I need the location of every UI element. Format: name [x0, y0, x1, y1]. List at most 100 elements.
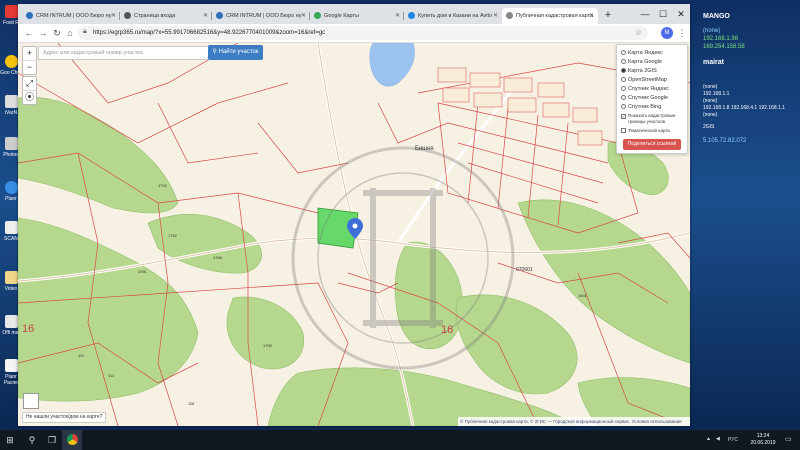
cadastral-map[interactable]: Бишня 070601 16 16 1792 1762 1766 111 11… [18, 43, 690, 426]
tab-avito[interactable]: Купить дом в Казани на Avito ✕ [404, 8, 502, 24]
folder-icon [4, 271, 18, 284]
chrome-taskbar-icon[interactable] [62, 430, 82, 450]
radio-button[interactable] [621, 104, 626, 109]
tab-favicon [124, 12, 131, 19]
tab-cadastral-map[interactable]: Публичная кадастровая карта ✕ [502, 8, 598, 24]
minimize-button[interactable]: — [636, 4, 654, 24]
radio-button[interactable] [621, 77, 626, 82]
bginfo-none: (none) [703, 28, 721, 34]
task-view-icon[interactable]: ❐ [42, 430, 62, 450]
hostname: MANGO [703, 13, 730, 20]
tab-bar: CRM INTRUM | ООО Бюро ну ✕ Страница входа… [18, 4, 690, 24]
search-input[interactable] [38, 46, 218, 60]
feedback-link[interactable]: Не нашли участок/дом на карте? [22, 412, 107, 423]
show-borders-checkbox[interactable]: ✓ Показать кадастровые границы участков [621, 113, 676, 124]
ruler-tool-icon[interactable] [23, 393, 39, 409]
close-tab-icon[interactable]: ✕ [589, 8, 594, 24]
fullscreen-icon[interactable]: ⤢ [23, 77, 36, 91]
tab-favicon [506, 12, 513, 19]
username: mairat [703, 59, 725, 66]
tab-crm-intrum-2[interactable]: CRM INTRUM | ООО Бюро ну ✕ [212, 8, 310, 24]
language-indicator[interactable]: РУС [728, 437, 738, 443]
tab-login-page[interactable]: Страница входа ✕ [120, 8, 212, 24]
address-bar[interactable]: 🔒︎ https://egrp365.ru/map/?x=55.99170668… [78, 26, 648, 40]
tab-crm-intrum-1[interactable]: CRM INTRUM | ООО Бюро ну ✕ [22, 8, 120, 24]
external-ip: 5.105.72.82.072 [703, 138, 747, 144]
parcel-label: 1766 [213, 255, 222, 260]
notification-icon[interactable]: ▭ [785, 435, 795, 445]
map-tools: ⤢ ⦿ [22, 76, 37, 105]
radio-button[interactable] [621, 95, 626, 100]
reload-icon[interactable]: ↻ [50, 26, 64, 40]
parcel-label: 112 [108, 373, 115, 378]
menu-dots-icon[interactable]: ⋮ [677, 26, 687, 40]
profile-avatar[interactable]: М [661, 27, 673, 39]
new-tab-button[interactable]: + [601, 8, 615, 22]
home-icon[interactable]: ⌂ [63, 26, 77, 40]
map-canvas [18, 43, 690, 426]
layer-yandex-map[interactable]: Карта Яндекс [621, 49, 663, 57]
back-icon[interactable]: ← [22, 26, 36, 40]
village-blocks [437, 67, 603, 146]
parcel-label: 1700 [263, 343, 272, 348]
layer-google-map[interactable]: Карта Google [621, 58, 662, 66]
water-body [369, 43, 415, 87]
layer-openstreetmap[interactable]: OpenStreetMap [621, 76, 667, 84]
radio-button[interactable] [621, 59, 626, 64]
radio-button[interactable] [621, 86, 626, 91]
checkbox[interactable] [621, 128, 626, 133]
bginfo-none: (none) [703, 112, 718, 118]
parcel-label: 1792 [158, 183, 167, 188]
bginfo-none: (none) [703, 84, 718, 90]
forward-icon[interactable]: → [36, 26, 50, 40]
tab-google-maps[interactable]: Google Карты ✕ [310, 8, 404, 24]
close-tab-icon[interactable]: ✕ [301, 8, 306, 24]
layer-bing-satellite[interactable]: Спутник Bing [621, 103, 661, 111]
find-parcel-button[interactable]: ⚲ Найти участок [208, 45, 263, 60]
file-icon [4, 95, 18, 108]
zoom-out-button[interactable]: − [23, 61, 36, 74]
quarter-number: 16 [441, 324, 454, 336]
layer-yandex-satellite[interactable]: Спутник Яндекс [621, 85, 669, 93]
locate-icon[interactable]: ⦿ [23, 91, 36, 104]
taskbar-clock[interactable]: 13:24 20.06.2019 [748, 433, 778, 447]
share-link-button[interactable]: Поделиться ссылкой [623, 139, 681, 150]
parcel-label: 1691 [578, 293, 587, 298]
forest-areas [18, 96, 690, 426]
ip-address: 192.168.1.98 [703, 36, 739, 42]
layer-2gis-map[interactable]: Карта 2GIS [621, 67, 657, 75]
scan-icon [4, 221, 18, 234]
map-attribution[interactable]: © Публичная кадастровая карта, © 2ГИС — … [458, 417, 690, 426]
close-window-button[interactable]: ✕ [672, 4, 690, 24]
photos-icon [4, 137, 18, 150]
parcel-label: 111 [78, 353, 85, 358]
dns-servers: 192.168.1.8 192.168.4.1 192.168.1.1 [703, 105, 786, 111]
zoom-in-button[interactable]: + [23, 47, 36, 61]
network-icon[interactable]: ▲ [706, 436, 711, 442]
layer-google-satellite[interactable]: Спутник Google [621, 94, 668, 102]
close-tab-icon[interactable]: ✕ [395, 8, 400, 24]
taskbar: ⊞ ⚲ ❐ ▲ ◀ РУС 13:24 20.06.2019 ▭ [0, 430, 800, 450]
layer-switcher: Карта Яндекс Карта Google Карта 2GIS Ope… [616, 44, 688, 154]
close-tab-icon[interactable]: ✕ [111, 8, 116, 24]
radio-button-selected[interactable] [621, 68, 626, 73]
gateway: 192.168.1.1 [703, 91, 730, 97]
browser-window: CRM INTRUM | ООО Бюро ну ✕ Страница входа… [18, 4, 690, 426]
close-tab-icon[interactable]: ✕ [493, 8, 498, 24]
parcel-number-label: 070601 [516, 267, 533, 273]
place-label: Бишня [415, 146, 434, 152]
bookmark-star-icon[interactable]: ☆ [635, 26, 642, 40]
radio-button[interactable] [621, 50, 626, 55]
file-system: 2GIS [703, 124, 715, 130]
maximize-button[interactable]: ☐ [654, 4, 672, 24]
thematic-map-checkbox[interactable]: Тематическая карта [621, 127, 670, 135]
tab-favicon [408, 12, 415, 19]
volume-icon[interactable]: ◀ [716, 436, 720, 442]
start-button[interactable]: ⊞ [0, 430, 20, 450]
planner-icon [4, 181, 18, 194]
search-icon[interactable]: ⚲ [22, 430, 42, 450]
close-tab-icon[interactable]: ✕ [203, 8, 208, 24]
chrome-icon [4, 55, 18, 68]
document-icon [4, 359, 18, 372]
bginfo-panel: MANGO (none) 192.168.1.98 169.254.158.58… [695, 0, 800, 430]
